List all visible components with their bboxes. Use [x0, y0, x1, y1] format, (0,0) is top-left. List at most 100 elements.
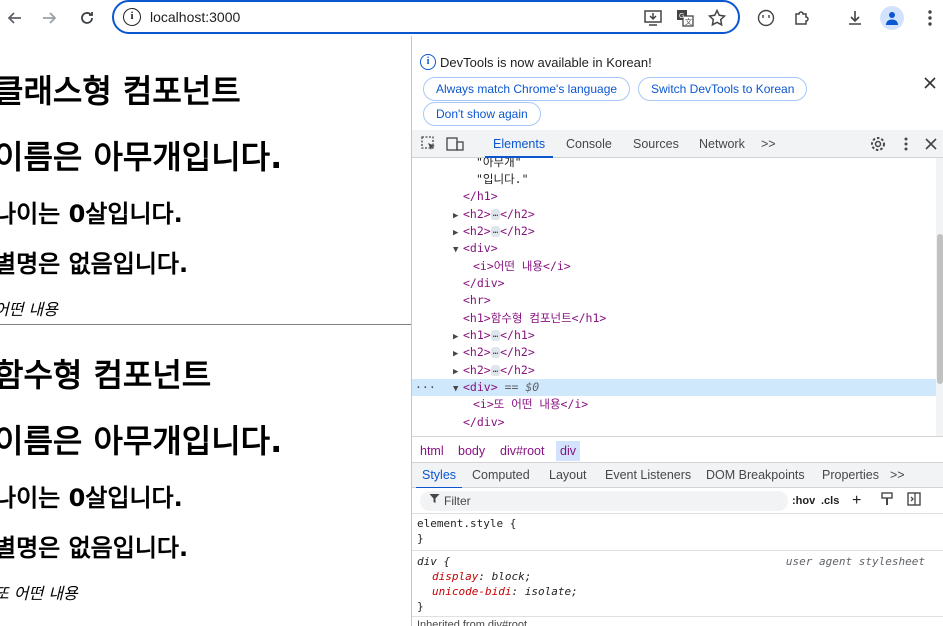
always-match-language-button[interactable]: Always match Chrome's language [423, 77, 631, 101]
devtools-close-icon[interactable] [922, 135, 940, 153]
dom-scrollbar[interactable] [936, 158, 943, 436]
dom-tag: <i>또 어떤 내용</i> [473, 397, 589, 411]
tab-network[interactable]: Network [699, 130, 745, 158]
class-nickname-heading: 별명은 없음입니다. [0, 250, 189, 278]
tab-sources[interactable]: Sources [633, 130, 679, 158]
new-style-rule-icon[interactable]: + [852, 492, 861, 510]
device-toolbar-icon[interactable] [446, 135, 464, 153]
breadcrumb-div-root[interactable]: div#root [496, 441, 548, 461]
selected-node-marker: == $0 [504, 380, 540, 394]
tab-dom-breakpoints[interactable]: DOM Breakpoints [706, 463, 805, 489]
dom-tag: <hr> [463, 293, 491, 307]
function-name-heading: 이름은 아무개입니다. [0, 422, 283, 460]
class-component-title: 클래스형 컴포넌트 [0, 72, 241, 110]
toggle-sidebar-icon[interactable] [907, 492, 921, 510]
collapsed-ellipsis[interactable]: … [490, 347, 501, 358]
site-info-icon[interactable]: i [123, 8, 141, 26]
profile-avatar-icon[interactable] [880, 6, 904, 30]
inspect-element-icon[interactable] [420, 135, 438, 153]
devtools-menu-icon[interactable] [897, 135, 915, 153]
class-toggle[interactable]: .cls [821, 492, 839, 510]
row-more-icon[interactable]: ··· [415, 379, 453, 396]
inherited-from-label[interactable]: Inherited from div#root [417, 618, 527, 626]
url-text[interactable]: localhost:3000 [150, 9, 240, 25]
info-icon: i [420, 54, 436, 70]
extension-face-icon[interactable] [753, 5, 779, 31]
tab-computed[interactable]: Computed [472, 463, 530, 489]
install-app-icon[interactable] [642, 7, 664, 29]
div-rule-header[interactable]: div { user agent stylesheet [417, 554, 939, 569]
collapsed-ellipsis[interactable]: … [490, 330, 501, 341]
devtools-panel: i DevTools is now available in Korean! A… [411, 36, 943, 626]
element-state-paint-icon[interactable] [880, 492, 894, 510]
tab-layout[interactable]: Layout [549, 463, 587, 489]
language-infobar: i DevTools is now available in Korean! A… [412, 36, 943, 130]
dom-tag: <i>어떤 내용</i> [473, 259, 571, 273]
breadcrumb-div[interactable]: div [556, 441, 580, 461]
dom-line[interactable]: ▶ <h2>… </h2> [412, 206, 936, 223]
infobar-close-icon[interactable] [924, 76, 936, 94]
more-tabs-chevron-icon[interactable]: >> [761, 130, 776, 158]
collapsed-ellipsis[interactable]: … [490, 209, 501, 220]
settings-gear-icon[interactable] [869, 135, 887, 153]
switch-devtools-korean-button[interactable]: Switch DevTools to Korean [638, 77, 808, 101]
dom-line[interactable]: ▼ <div> [412, 240, 936, 257]
rule-divider [412, 550, 943, 551]
dom-tag: <h2> [463, 207, 491, 221]
element-style-rule[interactable]: element.style { [417, 516, 516, 531]
function-age-heading: 나이는 0살입니다. [0, 484, 183, 512]
dom-tag: <div> [463, 241, 498, 255]
rule-selector: element.style { [417, 517, 517, 530]
download-icon[interactable] [842, 5, 868, 31]
styles-pane-tabs: Styles Computed Layout Event Listeners D… [412, 462, 943, 489]
dom-line[interactable]: </div> [412, 275, 936, 292]
dom-line[interactable]: ▶ <h2>… </h2> [412, 223, 936, 240]
dom-line[interactable]: </div> [412, 414, 936, 431]
collapse-triangle-icon[interactable]: ▼ [453, 242, 463, 259]
dom-line[interactable]: </h1> [412, 188, 936, 205]
reload-icon[interactable] [74, 5, 100, 31]
browser-toolbar: i localhost:3000 G文 [0, 0, 943, 36]
back-arrow-icon[interactable] [2, 5, 28, 31]
scrollbar-thumb[interactable] [937, 234, 943, 384]
address-bar[interactable]: i localhost:3000 G文 [112, 0, 740, 34]
dom-line[interactable]: ▶ <h2>… </h2> [412, 362, 936, 379]
styles-filter-input[interactable]: Filter [420, 491, 788, 511]
collapsed-ellipsis[interactable]: … [490, 226, 501, 237]
css-declaration[interactable]: display: block; [432, 569, 531, 584]
tab-elements[interactable]: Elements [484, 130, 554, 158]
dom-line-selected[interactable]: ··· ▼ <div> == $0 [412, 379, 936, 396]
bookmark-star-icon[interactable] [706, 7, 728, 29]
dom-line[interactable]: ▶ <h2>… </h2> [412, 344, 936, 361]
dom-tag: </h2> [500, 224, 535, 238]
tab-properties[interactable]: Properties [822, 463, 879, 489]
expand-triangle-icon[interactable]: ▶ [453, 346, 463, 363]
devtools-main-tabs: Elements Console Sources Network >> [412, 130, 943, 158]
dom-line[interactable]: <h1>함수형 컴포넌트</h1> [412, 310, 936, 327]
collapsed-ellipsis[interactable]: … [490, 365, 501, 376]
dom-line[interactable]: <i>어떤 내용</i> [412, 258, 936, 275]
tab-console[interactable]: Console [566, 130, 612, 158]
dom-tag: <h1>함수형 컴포넌트</h1> [463, 311, 607, 325]
dom-tag: <h2> [463, 363, 491, 377]
css-declaration[interactable]: unicode-bidi: isolate; [432, 584, 578, 599]
infobar-message: DevTools is now available in Korean! [440, 55, 652, 70]
dom-line[interactable]: "입니다." [412, 171, 936, 188]
dom-line[interactable]: <i>또 어떤 내용</i> [412, 396, 936, 413]
hover-state-toggle[interactable]: :hov [792, 492, 815, 510]
dont-show-again-button[interactable]: Don't show again [423, 102, 541, 126]
translate-icon[interactable]: G文 [674, 7, 696, 29]
dom-text-node: "아무개" [476, 158, 522, 169]
chrome-menu-icon[interactable] [917, 5, 943, 31]
forward-arrow-icon[interactable] [36, 5, 62, 31]
extensions-puzzle-icon[interactable] [789, 5, 815, 31]
dom-line[interactable]: ▶ <h1>… </h1> [412, 327, 936, 344]
css-property-value: block; [491, 570, 532, 583]
dom-line[interactable]: "아무개" [412, 158, 936, 171]
more-panels-chevron-icon[interactable]: >> [890, 463, 905, 489]
dom-line[interactable]: <hr> [412, 292, 936, 309]
tab-event-listeners[interactable]: Event Listeners [605, 463, 691, 489]
tab-styles[interactable]: Styles [415, 463, 463, 489]
breadcrumb-body[interactable]: body [454, 441, 489, 461]
breadcrumb-html[interactable]: html [416, 441, 448, 461]
